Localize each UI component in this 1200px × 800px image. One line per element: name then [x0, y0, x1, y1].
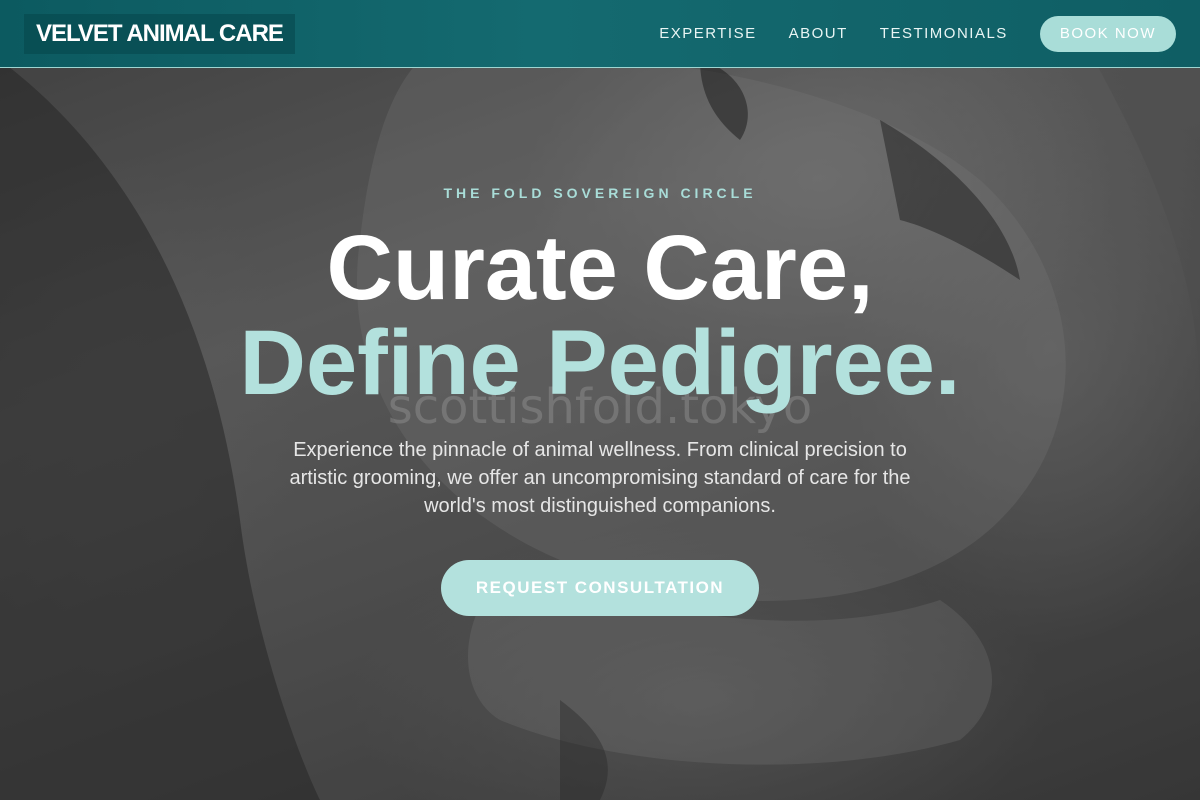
nav-link-about[interactable]: ABOUT	[789, 25, 848, 42]
nav-link-testimonials[interactable]: TESTIMONIALS	[880, 25, 1008, 42]
request-consultation-button[interactable]: REQUEST CONSULTATION	[441, 560, 759, 616]
nav-link-expertise[interactable]: EXPERTISE	[659, 25, 756, 42]
book-now-button[interactable]: BOOK NOW	[1039, 15, 1176, 52]
brand-logo[interactable]: VELVET ANIMAL CARE	[24, 13, 295, 54]
hero-headline-line1: Curate Care,	[326, 217, 874, 319]
hero-subtext: Experience the pinnacle of animal wellne…	[289, 439, 911, 517]
hero-headline-line2: Define Pedigree.	[239, 312, 961, 414]
nav-links: EXPERTISE ABOUT TESTIMONIALS BOOK NOW	[659, 15, 1176, 52]
top-navbar: VELVET ANIMAL CARE EXPERTISE ABOUT TESTI…	[0, 0, 1200, 68]
hero-eyebrow: THE FOLD SOVEREIGN CIRCLE	[443, 185, 757, 201]
hero-section: THE FOLD SOVEREIGN CIRCLE Curate Care, D…	[0, 0, 1200, 800]
